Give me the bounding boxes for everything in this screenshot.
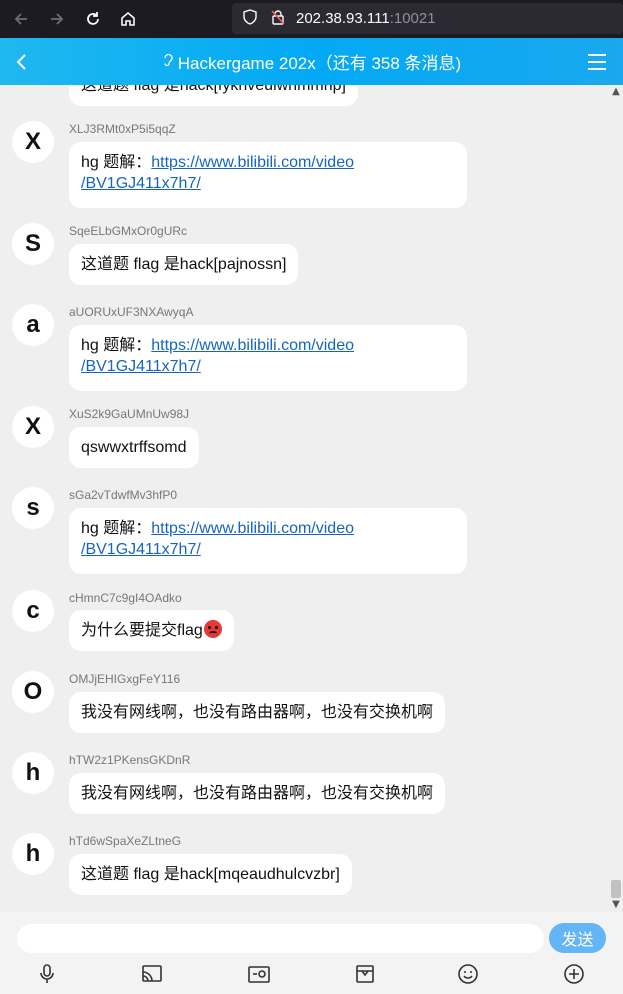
back-chevron-icon[interactable] xyxy=(10,50,34,74)
scrollbar[interactable]: ▲ ▼ xyxy=(609,85,623,912)
menu-icon[interactable] xyxy=(585,50,609,74)
box-icon[interactable] xyxy=(353,962,377,986)
message-list[interactable]: 这道题 flag 是hack[fykhveulwhmmnp] X XLJ3RMt… xyxy=(0,85,623,912)
send-button[interactable]: 发送 xyxy=(549,923,606,953)
avatar[interactable]: X xyxy=(12,406,54,448)
message-bubble: hg 题解：https://www.bilibili.com/video/BV1… xyxy=(69,142,467,208)
sender-name: cHmnC7c9gI4OAdko xyxy=(69,591,182,605)
message-bubble: qswwxtrffsomd xyxy=(69,427,199,468)
avatar[interactable]: S xyxy=(12,223,54,265)
message-bubble: 这道题 flag 是hack[mqeaudhulcvzbr] xyxy=(69,854,352,895)
address-bar[interactable]: 202.38.93.111:10021 xyxy=(232,3,623,34)
avatar[interactable]: O xyxy=(12,671,54,713)
message-bubble: 我没有网线啊，也没有路由器啊，也没有交换机啊 xyxy=(69,773,446,814)
message-bubble: hg 题解：https://www.bilibili.com/video/BV1… xyxy=(69,325,467,391)
home-icon[interactable] xyxy=(110,1,146,37)
add-icon[interactable] xyxy=(562,962,586,986)
shield-icon[interactable] xyxy=(242,8,258,29)
chat-title: Hackergame 202x（还有 358 条消息) xyxy=(162,49,461,74)
sender-name: hTW2z1PKensGKDnR xyxy=(69,753,191,767)
avatar[interactable]: c xyxy=(12,590,54,632)
message-bubble: 这道题 flag 是hack[fykhveulwhmmnp] xyxy=(69,85,358,106)
angry-emoji-icon xyxy=(203,620,222,638)
input-bar: 发送 xyxy=(0,912,623,994)
sender-name: sGa2vTdwfMv3hfP0 xyxy=(69,488,178,502)
sender-name: XuS2k9GaUMnUw98J xyxy=(69,407,190,421)
scroll-down-icon[interactable]: ▼ xyxy=(611,900,621,910)
sender-name: aUORUxUF3NXAwyqA xyxy=(69,305,194,319)
message-bubble: 为什么要提交flag xyxy=(69,610,234,651)
insecure-lock-icon[interactable] xyxy=(270,9,286,29)
avatar[interactable]: s xyxy=(12,487,54,529)
sender-name: hTd6wSpaXeZLtneG xyxy=(69,834,182,848)
avatar[interactable]: h xyxy=(12,752,54,794)
avatar[interactable]: X xyxy=(12,121,54,163)
message-bubble: 这道题 flag 是hack[pajnossn] xyxy=(69,244,299,285)
scroll-up-icon[interactable]: ▲ xyxy=(611,87,621,97)
forward-arrow-icon[interactable] xyxy=(39,1,75,37)
sender-name: OMJjEHIGxgFeY116 xyxy=(69,672,181,686)
sender-name: SqeELbGMxOr0gURc xyxy=(69,224,188,238)
back-arrow-icon[interactable] xyxy=(3,1,39,37)
cast-icon[interactable] xyxy=(140,962,164,986)
smiley-icon[interactable] xyxy=(456,962,480,986)
message-bubble: hg 题解：https://www.bilibili.com/video/BV1… xyxy=(69,508,467,574)
microphone-icon[interactable] xyxy=(35,962,59,986)
image-icon[interactable] xyxy=(247,962,271,986)
sender-name: XLJ3RMt0xP5i5qqZ xyxy=(69,122,176,136)
chat-header: Hackergame 202x（还有 358 条消息) xyxy=(0,38,623,85)
message-bubble: 我没有网线啊，也没有路由器啊，也没有交换机啊 xyxy=(69,692,446,733)
avatar[interactable]: h xyxy=(12,833,54,875)
reload-icon[interactable] xyxy=(75,1,111,37)
browser-toolbar: 202.38.93.111:10021 xyxy=(0,0,623,38)
ear-icon xyxy=(162,52,174,72)
url-text: 202.38.93.111:10021 xyxy=(296,10,436,27)
message-input[interactable] xyxy=(17,924,544,953)
avatar[interactable]: a xyxy=(12,304,54,346)
scroll-thumb[interactable] xyxy=(611,880,621,898)
